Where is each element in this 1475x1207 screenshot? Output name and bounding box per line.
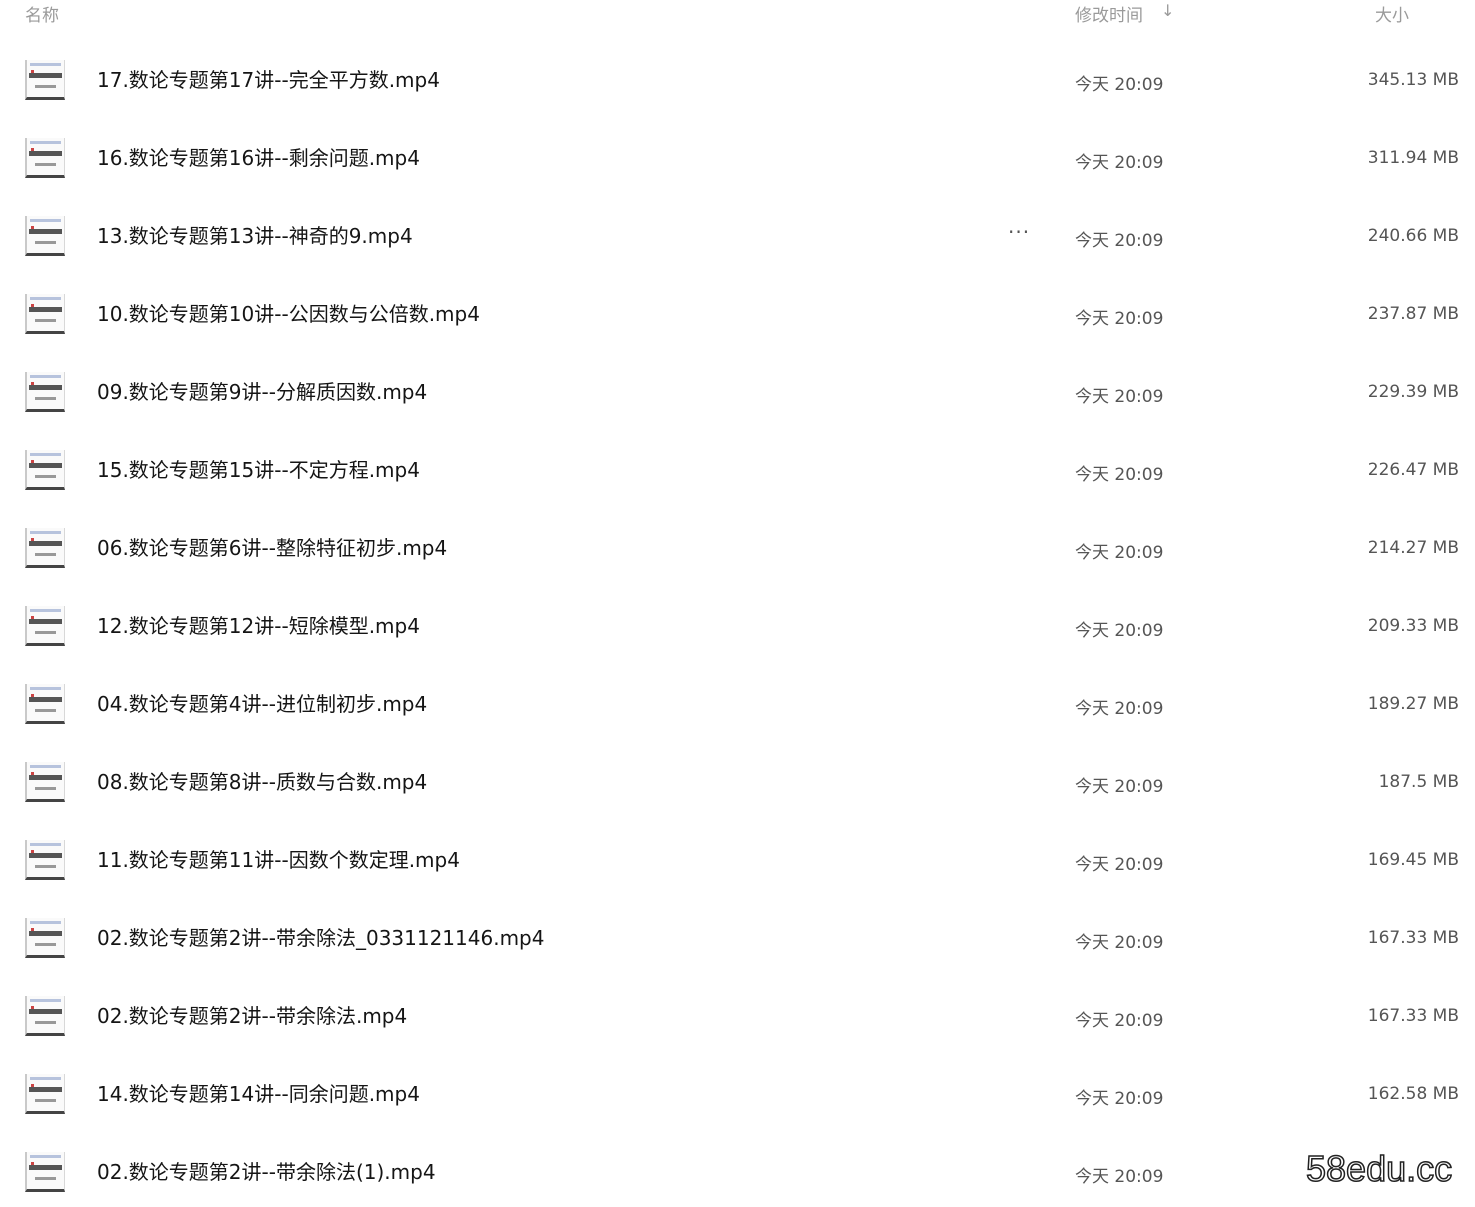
file-modified-time: 今天 20:09 (1075, 387, 1164, 407)
file-row[interactable]: 12.数论专题第12讲--短除模型.mp4 今天 20:09 209.33 MB (0, 588, 1475, 666)
more-options-icon[interactable]: ··· (1008, 220, 1030, 244)
file-modified-time: 今天 20:09 (1075, 75, 1164, 95)
sort-down-icon[interactable]: ↓ (1161, 1, 1174, 20)
file-modified-time: 今天 20:09 (1075, 1167, 1164, 1187)
video-thumbnail-icon (25, 606, 65, 646)
file-name[interactable]: 12.数论专题第12讲--短除模型.mp4 (97, 614, 420, 638)
file-modified-time: 今天 20:09 (1075, 621, 1164, 641)
video-thumbnail-icon (25, 684, 65, 724)
file-size: 240.66 MB (1367, 226, 1459, 246)
video-thumbnail-icon (25, 762, 65, 802)
file-row[interactable]: 15.数论专题第15讲--不定方程.mp4 今天 20:09 226.47 MB (0, 432, 1475, 510)
file-modified-time: 今天 20:09 (1075, 1011, 1164, 1031)
file-name[interactable]: 10.数论专题第10讲--公因数与公倍数.mp4 (97, 302, 480, 326)
file-size: 237.87 MB (1367, 304, 1459, 324)
video-thumbnail-icon (25, 918, 65, 958)
file-row[interactable]: 08.数论专题第8讲--质数与合数.mp4 今天 20:09 187.5 MB (0, 744, 1475, 822)
file-name[interactable]: 15.数论专题第15讲--不定方程.mp4 (97, 458, 420, 482)
column-size-header[interactable]: 大小 (1375, 1, 1409, 26)
file-modified-time: 今天 20:09 (1075, 231, 1164, 251)
file-name[interactable]: 06.数论专题第6讲--整除特征初步.mp4 (97, 536, 447, 560)
file-row[interactable]: 11.数论专题第11讲--因数个数定理.mp4 今天 20:09 169.45 MB (0, 822, 1475, 900)
watermark: 58edu.cc (1305, 1147, 1453, 1190)
file-name[interactable]: 16.数论专题第16讲--剩余问题.mp4 (97, 146, 420, 170)
file-size: 311.94 MB (1367, 148, 1459, 168)
video-thumbnail-icon (25, 60, 65, 100)
file-row[interactable]: 02.数论专题第2讲--带余除法(1).mp4 今天 20:09 (0, 1134, 1475, 1207)
file-size: 187.5 MB (1378, 772, 1459, 792)
file-name[interactable]: 02.数论专题第2讲--带余除法.mp4 (97, 1004, 407, 1028)
file-row[interactable]: 09.数论专题第9讲--分解质因数.mp4 今天 20:09 229.39 MB (0, 354, 1475, 432)
file-list: 17.数论专题第17讲--完全平方数.mp4 今天 20:09 345.13 MB 1… (0, 42, 1475, 1207)
column-header: 名称 修改时间 ↓ 大小 (0, 0, 1475, 26)
file-row[interactable]: 13.数论专题第13讲--神奇的9.mp4 ··· 今天 20:09 240.66 M… (0, 198, 1475, 276)
video-thumbnail-icon (25, 138, 65, 178)
file-name[interactable]: 04.数论专题第4讲--进位制初步.mp4 (97, 692, 427, 716)
file-name[interactable]: 08.数论专题第8讲--质数与合数.mp4 (97, 770, 427, 794)
file-modified-time: 今天 20:09 (1075, 153, 1164, 173)
video-thumbnail-icon (25, 528, 65, 568)
file-modified-time: 今天 20:09 (1075, 309, 1164, 329)
file-size: 209.33 MB (1367, 616, 1459, 636)
file-row[interactable]: 10.数论专题第10讲--公因数与公倍数.mp4 今天 20:09 237.87 M… (0, 276, 1475, 354)
file-name[interactable]: 09.数论专题第9讲--分解质因数.mp4 (97, 380, 427, 404)
file-modified-time: 今天 20:09 (1075, 465, 1164, 485)
video-thumbnail-icon (25, 996, 65, 1036)
file-name[interactable]: 13.数论专题第13讲--神奇的9.mp4 (97, 224, 413, 248)
video-thumbnail-icon (25, 372, 65, 412)
file-modified-time: 今天 20:09 (1075, 543, 1164, 563)
file-size: 229.39 MB (1367, 382, 1459, 402)
file-size: 226.47 MB (1367, 460, 1459, 480)
video-thumbnail-icon (25, 1152, 65, 1192)
file-row[interactable]: 14.数论专题第14讲--同余问题.mp4 今天 20:09 162.58 MB (0, 1056, 1475, 1134)
file-row[interactable]: 04.数论专题第4讲--进位制初步.mp4 今天 20:09 189.27 MB (0, 666, 1475, 744)
file-row[interactable]: 02.数论专题第2讲--带余除法_0331121146.mp4 今天 20:09 1… (0, 900, 1475, 978)
column-time-header[interactable]: 修改时间 (1075, 1, 1143, 26)
file-size: 167.33 MB (1367, 1006, 1459, 1026)
file-size: 162.58 MB (1367, 1084, 1459, 1104)
file-modified-time: 今天 20:09 (1075, 855, 1164, 875)
file-row[interactable]: 06.数论专题第6讲--整除特征初步.mp4 今天 20:09 214.27 MB (0, 510, 1475, 588)
file-modified-time: 今天 20:09 (1075, 1089, 1164, 1109)
file-name[interactable]: 17.数论专题第17讲--完全平方数.mp4 (97, 68, 440, 92)
file-modified-time: 今天 20:09 (1075, 777, 1164, 797)
video-thumbnail-icon (25, 450, 65, 490)
video-thumbnail-icon (25, 294, 65, 334)
file-modified-time: 今天 20:09 (1075, 933, 1164, 953)
file-row[interactable]: 16.数论专题第16讲--剩余问题.mp4 今天 20:09 311.94 MB (0, 120, 1475, 198)
file-row[interactable]: 02.数论专题第2讲--带余除法.mp4 今天 20:09 167.33 MB (0, 978, 1475, 1056)
file-name[interactable]: 02.数论专题第2讲--带余除法(1).mp4 (97, 1160, 436, 1184)
file-size: 345.13 MB (1367, 70, 1459, 90)
video-thumbnail-icon (25, 840, 65, 880)
file-size: 169.45 MB (1367, 850, 1459, 870)
video-thumbnail-icon (25, 216, 65, 256)
file-size: 189.27 MB (1367, 694, 1459, 714)
file-name[interactable]: 02.数论专题第2讲--带余除法_0331121146.mp4 (97, 926, 544, 950)
file-row[interactable]: 17.数论专题第17讲--完全平方数.mp4 今天 20:09 345.13 MB (0, 42, 1475, 120)
file-list-page: 名称 修改时间 ↓ 大小 17.数论专题第17讲--完全平方数.mp4 今天 20… (0, 0, 1475, 1207)
column-name-header[interactable]: 名称 (25, 1, 59, 26)
file-name[interactable]: 14.数论专题第14讲--同余问题.mp4 (97, 1082, 420, 1106)
file-size: 214.27 MB (1367, 538, 1459, 558)
file-size: 167.33 MB (1367, 928, 1459, 948)
video-thumbnail-icon (25, 1074, 65, 1114)
file-modified-time: 今天 20:09 (1075, 699, 1164, 719)
file-name[interactable]: 11.数论专题第11讲--因数个数定理.mp4 (97, 848, 460, 872)
